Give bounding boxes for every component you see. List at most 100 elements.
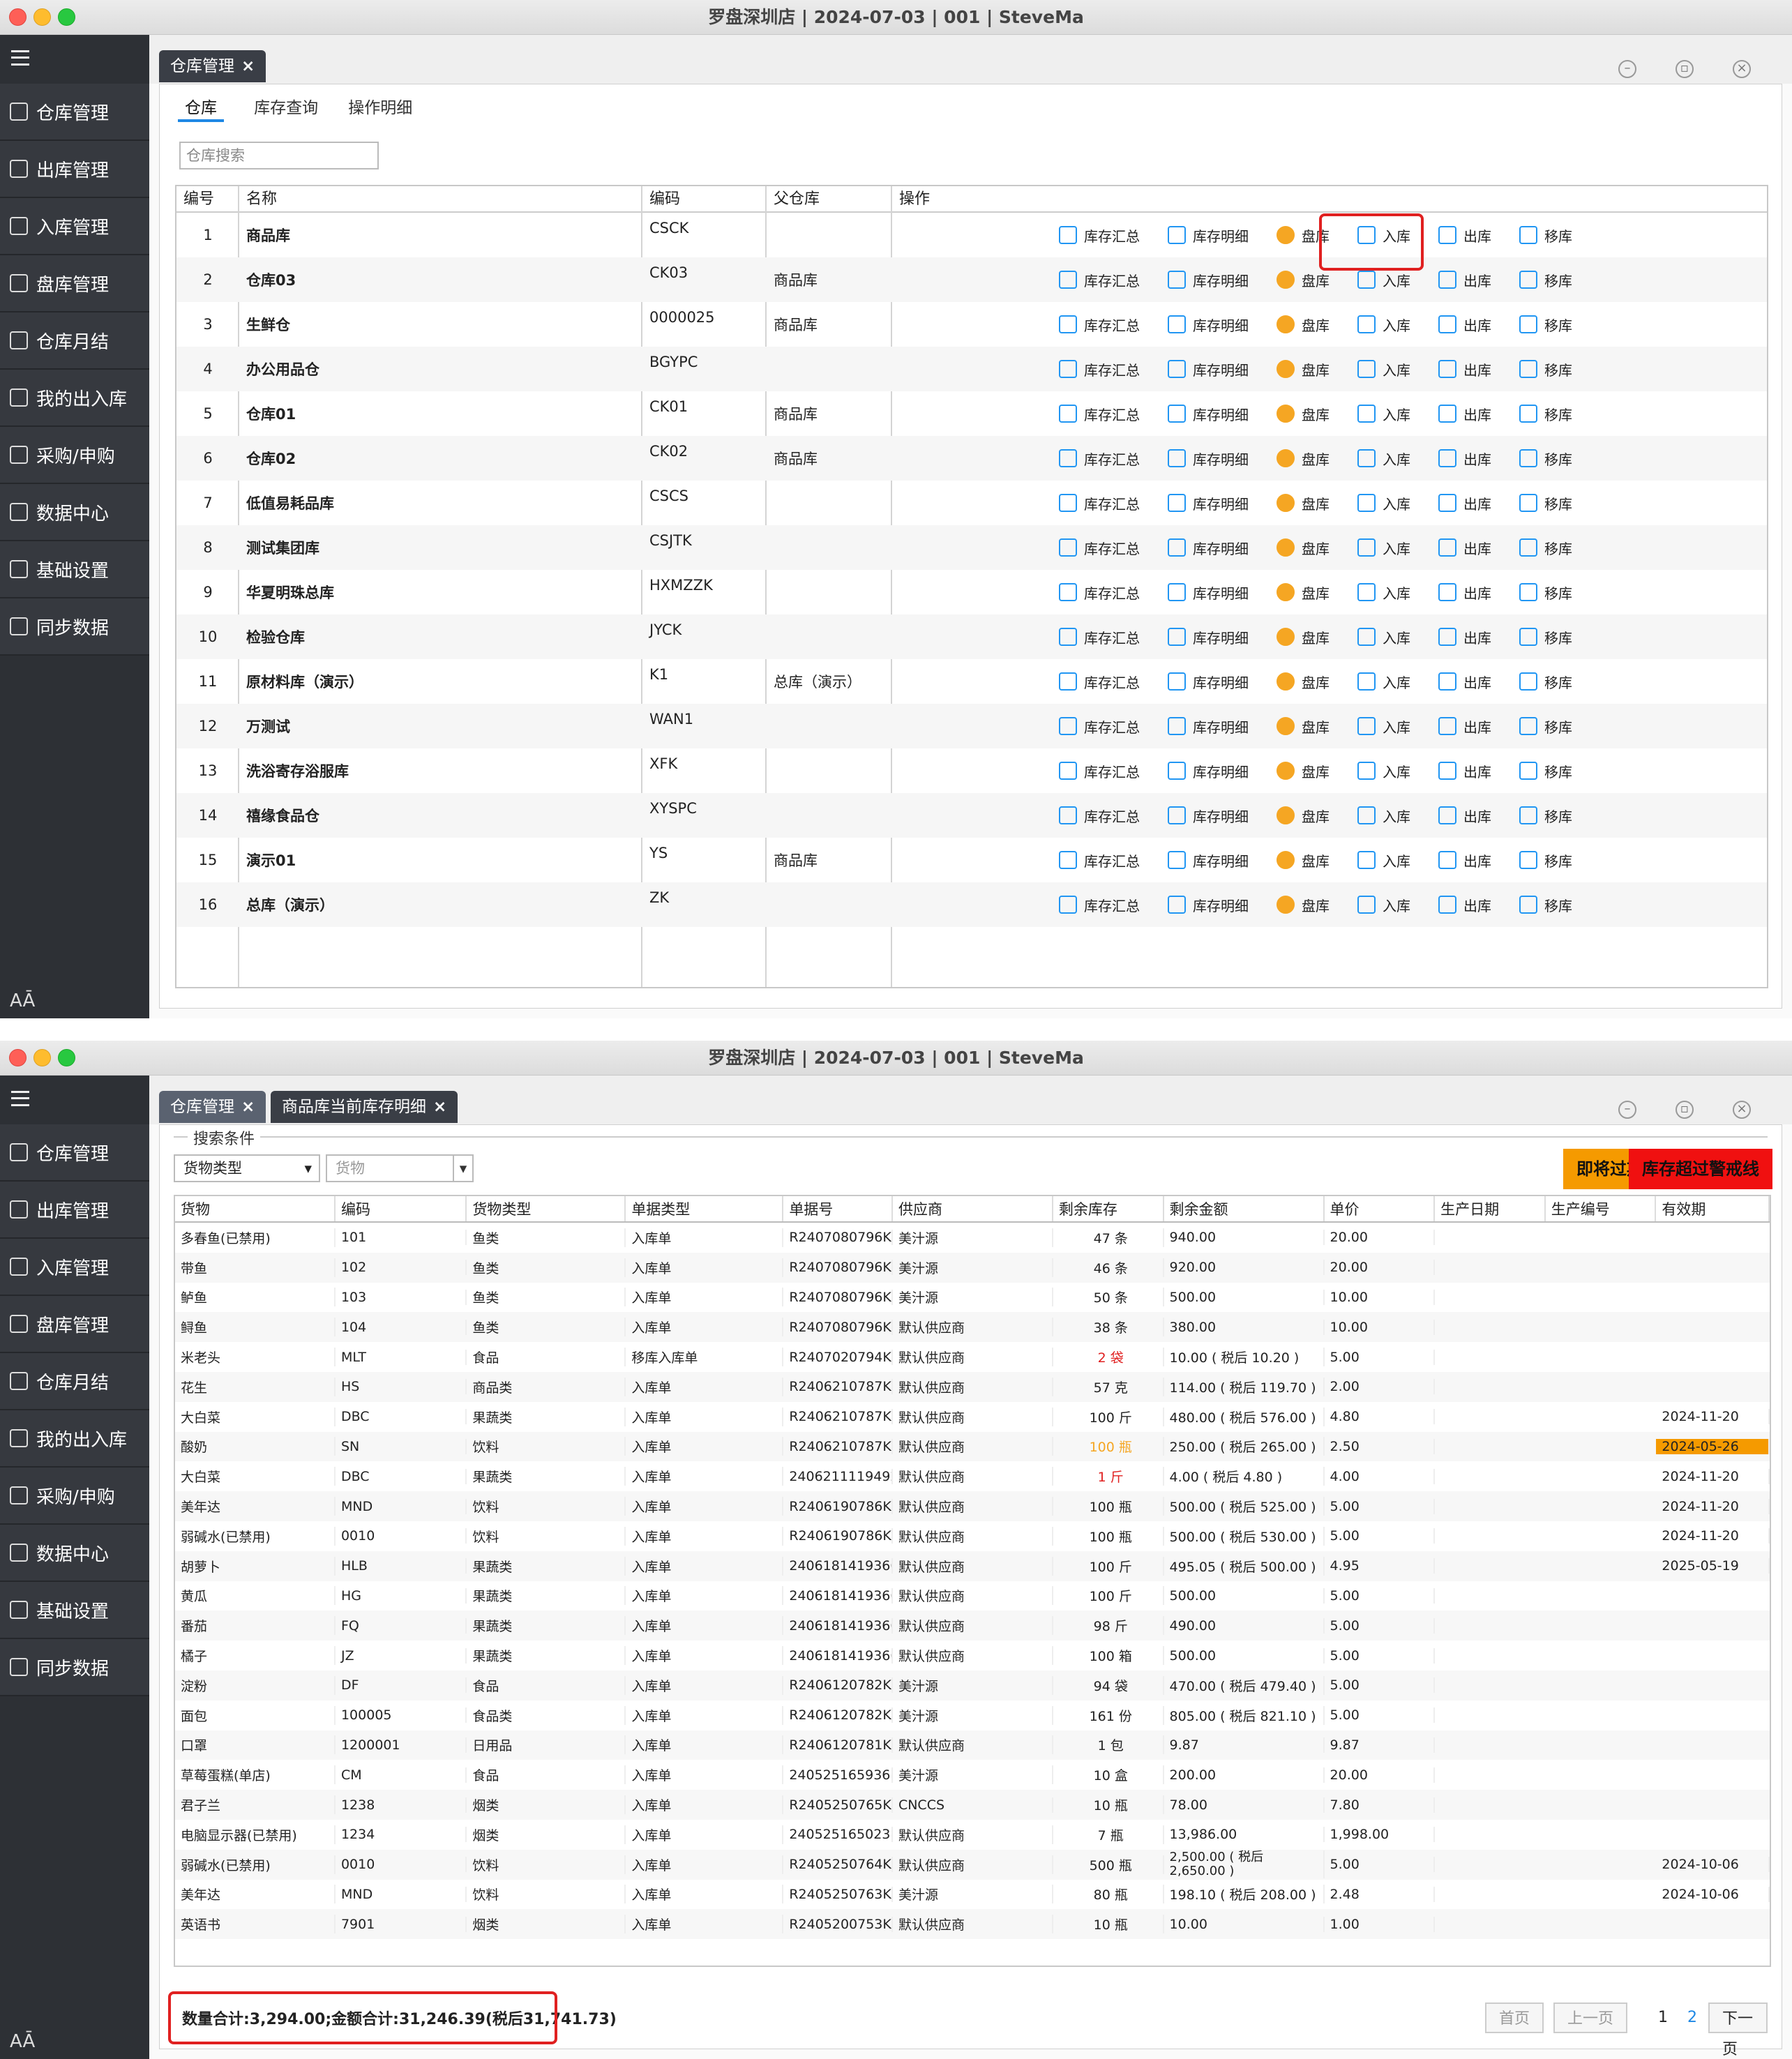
sidebar-item[interactable]: 采购/申购 — [0, 427, 149, 484]
op-summary-button[interactable]: 库存汇总 — [1059, 493, 1140, 513]
op-detail-button[interactable]: 库存明细 — [1168, 672, 1249, 692]
op-transfer-button[interactable]: 移库 — [1519, 627, 1572, 647]
tab-warehouse-management[interactable]: 仓库管理 × — [159, 1091, 266, 1123]
sidebar-item[interactable]: 出库管理 — [0, 141, 149, 198]
sidebar-item[interactable]: 仓库管理 — [0, 1124, 149, 1182]
op-stocktake-button[interactable]: 盘库 — [1277, 493, 1330, 513]
subtab-stock-query[interactable]: 库存查询 — [254, 94, 318, 122]
op-outbound-button[interactable]: 出库 — [1438, 895, 1491, 915]
minimize-window-button[interactable] — [33, 1049, 51, 1066]
op-transfer-button[interactable]: 移库 — [1519, 359, 1572, 379]
op-detail-button[interactable]: 库存明细 — [1168, 761, 1249, 781]
op-inbound-button[interactable]: 入库 — [1357, 672, 1410, 692]
first-page-button[interactable]: 首页 — [1485, 2003, 1544, 2033]
op-stocktake-button[interactable]: 盘库 — [1277, 627, 1330, 647]
op-summary-button[interactable]: 库存汇总 — [1059, 448, 1140, 469]
op-inbound-button[interactable]: 入库 — [1357, 315, 1410, 335]
op-detail-button[interactable]: 库存明细 — [1168, 538, 1249, 558]
sidebar-item[interactable]: 采购/申购 — [0, 1468, 149, 1525]
op-stocktake-button[interactable]: 盘库 — [1277, 359, 1330, 379]
op-summary-button[interactable]: 库存汇总 — [1059, 582, 1140, 603]
op-transfer-button[interactable]: 移库 — [1519, 538, 1572, 558]
subtab-operation-detail[interactable]: 操作明细 — [348, 94, 412, 122]
sidebar-item[interactable]: 盘库管理 — [0, 1296, 149, 1353]
sidebar-item[interactable]: 仓库月结 — [0, 1353, 149, 1410]
goods-picker-icon[interactable]: ▾ — [453, 1154, 474, 1182]
restore-icon[interactable]: ▫ — [1676, 60, 1694, 78]
zoom-window-button[interactable] — [58, 8, 75, 26]
tab-close-icon[interactable]: × — [433, 1098, 446, 1116]
op-inbound-button[interactable]: 入库 — [1357, 270, 1410, 290]
minimize-window-button[interactable] — [33, 8, 51, 26]
op-outbound-button[interactable]: 出库 — [1438, 404, 1491, 424]
op-outbound-button[interactable]: 出库 — [1438, 672, 1491, 692]
op-transfer-button[interactable]: 移库 — [1519, 270, 1572, 290]
op-outbound-button[interactable]: 出库 — [1438, 315, 1491, 335]
op-stocktake-button[interactable]: 盘库 — [1277, 761, 1330, 781]
op-stocktake-button[interactable]: 盘库 — [1277, 806, 1330, 826]
op-inbound-button[interactable]: 入库 — [1357, 582, 1410, 603]
op-stocktake-button[interactable]: 盘库 — [1277, 270, 1330, 290]
op-inbound-button[interactable]: 入库 — [1357, 850, 1410, 870]
op-outbound-button[interactable]: 出库 — [1438, 850, 1491, 870]
op-transfer-button[interactable]: 移库 — [1519, 582, 1572, 603]
sidebar-item[interactable]: 数据中心 — [0, 484, 149, 541]
op-transfer-button[interactable]: 移库 — [1519, 716, 1572, 737]
op-summary-button[interactable]: 库存汇总 — [1059, 806, 1140, 826]
close-icon[interactable]: × — [1733, 60, 1751, 78]
op-summary-button[interactable]: 库存汇总 — [1059, 270, 1140, 290]
op-transfer-button[interactable]: 移库 — [1519, 315, 1572, 335]
op-detail-button[interactable]: 库存明细 — [1168, 806, 1249, 826]
op-stocktake-button[interactable]: 盘库 — [1277, 582, 1330, 603]
op-summary-button[interactable]: 库存汇总 — [1059, 895, 1140, 915]
sidebar-item[interactable]: 同步数据 — [0, 598, 149, 656]
op-outbound-button[interactable]: 出库 — [1438, 538, 1491, 558]
op-outbound-button[interactable]: 出库 — [1438, 448, 1491, 469]
op-stocktake-button[interactable]: 盘库 — [1277, 538, 1330, 558]
op-detail-button[interactable]: 库存明细 — [1168, 448, 1249, 469]
tab-stock-detail[interactable]: 商品库当前库存明细 × — [271, 1091, 458, 1123]
op-stocktake-button[interactable]: 盘库 — [1277, 315, 1330, 335]
sidebar-item[interactable]: 仓库管理 — [0, 84, 149, 141]
sidebar-item[interactable]: 数据中心 — [0, 1525, 149, 1582]
op-summary-button[interactable]: 库存汇总 — [1059, 225, 1140, 246]
op-transfer-button[interactable]: 移库 — [1519, 850, 1572, 870]
op-summary-button[interactable]: 库存汇总 — [1059, 538, 1140, 558]
restore-icon[interactable]: ▫ — [1676, 1101, 1694, 1119]
op-outbound-button[interactable]: 出库 — [1438, 761, 1491, 781]
op-detail-button[interactable]: 库存明细 — [1168, 895, 1249, 915]
op-transfer-button[interactable]: 移库 — [1519, 448, 1572, 469]
op-summary-button[interactable]: 库存汇总 — [1059, 359, 1140, 379]
subtab-warehouse[interactable]: 仓库 — [178, 94, 224, 122]
sidebar-item[interactable]: 入库管理 — [0, 198, 149, 255]
op-outbound-button[interactable]: 出库 — [1438, 806, 1491, 826]
op-detail-button[interactable]: 库存明细 — [1168, 850, 1249, 870]
op-detail-button[interactable]: 库存明细 — [1168, 582, 1249, 603]
op-detail-button[interactable]: 库存明细 — [1168, 493, 1249, 513]
goods-input[interactable]: 货物 ▾ — [326, 1154, 474, 1182]
close-window-button[interactable] — [9, 8, 27, 26]
op-summary-button[interactable]: 库存汇总 — [1059, 716, 1140, 737]
tab-close-icon[interactable]: × — [241, 57, 255, 75]
prev-page-button[interactable]: 上一页 — [1553, 2003, 1628, 2033]
op-inbound-button[interactable]: 入库 — [1357, 359, 1410, 379]
op-detail-button[interactable]: 库存明细 — [1168, 225, 1249, 246]
tab-warehouse-management[interactable]: 仓库管理 × — [159, 50, 266, 82]
op-transfer-button[interactable]: 移库 — [1519, 761, 1572, 781]
op-outbound-button[interactable]: 出库 — [1438, 225, 1491, 246]
op-outbound-button[interactable]: 出库 — [1438, 359, 1491, 379]
op-stocktake-button[interactable]: 盘库 — [1277, 448, 1330, 469]
op-stocktake-button[interactable]: 盘库 — [1277, 404, 1330, 424]
op-detail-button[interactable]: 库存明细 — [1168, 404, 1249, 424]
minimize-icon[interactable]: – — [1618, 60, 1636, 78]
op-detail-button[interactable]: 库存明细 — [1168, 359, 1249, 379]
op-summary-button[interactable]: 库存汇总 — [1059, 850, 1140, 870]
font-size-toggle[interactable]: AĀ — [10, 990, 35, 1011]
page-2-link[interactable]: 2 — [1675, 2003, 1710, 2033]
op-stocktake-button[interactable]: 盘库 — [1277, 895, 1330, 915]
op-stocktake-button[interactable]: 盘库 — [1277, 716, 1330, 737]
op-inbound-button[interactable]: 入库 — [1357, 448, 1410, 469]
sidebar-item[interactable]: 我的出入库 — [0, 1410, 149, 1468]
op-detail-button[interactable]: 库存明细 — [1168, 716, 1249, 737]
op-inbound-button[interactable]: 入库 — [1357, 493, 1410, 513]
